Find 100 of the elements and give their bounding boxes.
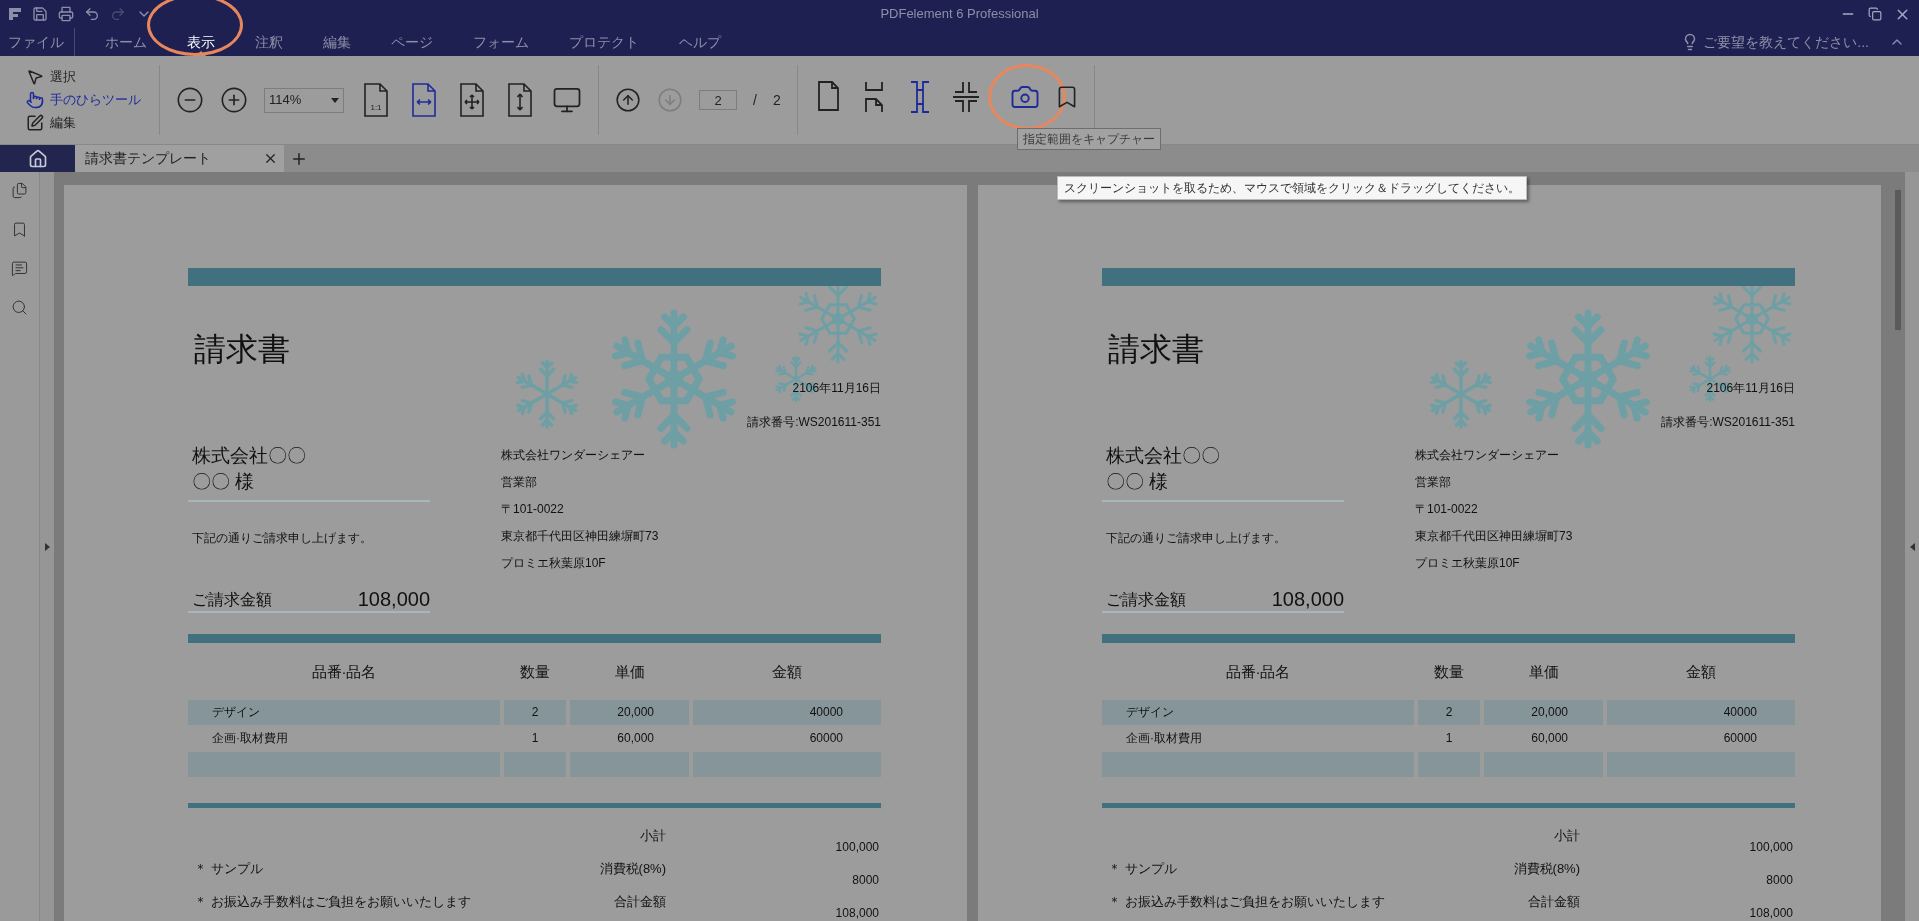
search-panel-icon[interactable] <box>11 299 28 316</box>
amount-label: ご請求金額 <box>192 590 272 610</box>
table-cell: 40000 <box>1607 700 1795 725</box>
greeting-text: 下記の通りご請求申し上げます。 <box>191 530 373 547</box>
table-cell-text: 60000 <box>1722 730 1758 747</box>
caret-icon <box>331 97 339 103</box>
total-value: 8000 <box>1765 872 1794 889</box>
client-company: 株式会社〇〇 <box>191 444 307 468</box>
column-header: 品番·品名 <box>310 662 378 682</box>
total-value: 100,000 <box>834 839 880 856</box>
close-icon[interactable] <box>263 151 278 166</box>
table-cell: 20,000 <box>570 700 689 725</box>
client-company: 株式会社〇〇 <box>1105 444 1221 468</box>
menu-tab[interactable]: 表示 <box>167 28 235 56</box>
app-logo-icon <box>8 7 22 21</box>
scrollbar-thumb[interactable] <box>1894 190 1901 330</box>
total-value: 8000 <box>851 872 880 889</box>
feedback-link[interactable]: ご要望を教えてください... <box>1703 31 1869 53</box>
page-number-field[interactable]: 2 <box>699 90 737 110</box>
undo-icon[interactable] <box>84 6 100 22</box>
sender-line: 株式会社ワンダーシェアー <box>1415 447 1560 464</box>
total-value: 108,000 <box>834 905 880 921</box>
column-header: 数量 <box>519 662 551 682</box>
previous-page-button[interactable] <box>615 87 641 113</box>
table-cell: デザイン <box>1102 700 1414 725</box>
column-header: 数量 <box>1433 662 1465 682</box>
invoice-date: 2106年11月16日 <box>792 380 881 397</box>
menu-tab[interactable]: プロテクト <box>549 28 659 56</box>
home-icon <box>27 148 48 169</box>
tooltip: スクリーンショットを取るため、マウスで領域をクリック＆ドラッグしてください。 <box>1057 176 1527 200</box>
greeting-text: 下記の通りご請求申し上げます。 <box>1105 530 1287 547</box>
bookmarks-panel-icon[interactable] <box>11 221 28 238</box>
menu-tab[interactable]: 編集 <box>303 28 371 56</box>
client-person: 〇〇 様 <box>191 470 256 494</box>
zoom-out-button[interactable] <box>176 86 204 114</box>
amount-value: 108,000 <box>1271 587 1344 611</box>
menu-tab[interactable]: ページ <box>371 28 453 56</box>
view-button[interactable]: 1:1 <box>360 82 392 118</box>
mode-button[interactable]: 手のひらツール <box>26 90 159 110</box>
menu-tab[interactable]: フォーム <box>453 28 549 56</box>
total-value: 108,000 <box>1748 905 1794 921</box>
total-label: 小計 <box>1553 827 1580 845</box>
menu-tab[interactable]: ヘルプ <box>659 28 741 56</box>
invoice-title: 請求書 <box>193 330 290 368</box>
menu-tab[interactable]: 注釈 <box>235 28 303 56</box>
table-cell-text: 60,000 <box>1530 730 1569 747</box>
sender-line: 〒101-0022 <box>501 501 565 518</box>
comments-panel-icon[interactable] <box>11 260 28 277</box>
zoom-dropdown[interactable]: 114% <box>264 87 344 113</box>
invoice-date: 2106年11月16日 <box>1706 380 1795 397</box>
table-cell-text: 1 <box>1444 730 1454 747</box>
sender-line: プロミエ秋葉原10F <box>1415 555 1521 572</box>
note-text: ＊ お振込み手数料はご負担をお願いいたします <box>1108 893 1386 911</box>
sender-line: 営業部 <box>501 474 538 491</box>
full-screen-button[interactable] <box>552 85 582 115</box>
sender-line: 東京都千代田区神田練塀町73 <box>501 528 659 545</box>
table-cell-text: 1 <box>530 730 540 747</box>
sender-line: 〒101-0022 <box>1415 501 1479 518</box>
page-total: 2 <box>772 90 781 110</box>
menu-tab[interactable]: ファイル <box>8 28 64 56</box>
expand-panel-icon[interactable] <box>1909 542 1915 551</box>
window-title: PDFelement 6 Professional <box>880 5 1039 24</box>
column-header: 金額 <box>1685 662 1717 682</box>
column-header: 単価 <box>613 662 646 682</box>
print-icon[interactable] <box>58 6 74 22</box>
table-cell: 40000 <box>693 700 881 725</box>
column-header: 単価 <box>1527 662 1560 682</box>
amount-value: 108,000 <box>357 587 430 611</box>
restore-icon[interactable] <box>1868 7 1882 21</box>
amount-label: ご請求金額 <box>1106 590 1186 610</box>
pointer-icon <box>26 68 44 86</box>
total-label: 消費税(8%) <box>1512 860 1580 878</box>
total-label: 消費税(8%) <box>598 860 666 878</box>
page-separator: / <box>753 90 757 110</box>
pen-icon <box>26 114 44 132</box>
expand-panel-icon[interactable] <box>44 542 50 551</box>
tooltip: 指定範囲をキャプチャー <box>1017 128 1161 150</box>
note-text: ＊ サンプル <box>1108 860 1178 878</box>
home-button[interactable] <box>0 145 75 172</box>
table-cell: 2 <box>1418 700 1480 725</box>
table-cell-text: 60,000 <box>616 730 655 747</box>
note-text: ＊ サンプル <box>194 860 264 878</box>
note-text: ＊ お振込み手数料はご負担をお願いいたします <box>194 893 472 911</box>
total-label: 小計 <box>639 827 666 845</box>
table-cell-text: 60000 <box>808 730 844 747</box>
sender-line: 営業部 <box>1415 474 1452 491</box>
table-cell-text: 企画·取材費用 <box>211 730 289 747</box>
table-cell: 20,000 <box>1484 700 1603 725</box>
menu-tab[interactable]: ホーム <box>85 28 167 56</box>
total-label: 合計金額 <box>1527 893 1580 911</box>
mode-button[interactable]: 選択 <box>26 67 159 87</box>
mode-button[interactable]: 編集 <box>26 113 159 133</box>
zoom-in-button[interactable] <box>220 86 248 114</box>
hand-icon <box>26 91 44 109</box>
save-icon[interactable] <box>32 6 48 22</box>
column-header: 金額 <box>771 662 803 682</box>
document-tab[interactable]: 請求書テンプレート <box>75 145 284 172</box>
pages-panel-icon[interactable] <box>11 182 28 199</box>
table-cell: 2 <box>504 700 566 725</box>
total-value: 100,000 <box>1748 839 1794 856</box>
